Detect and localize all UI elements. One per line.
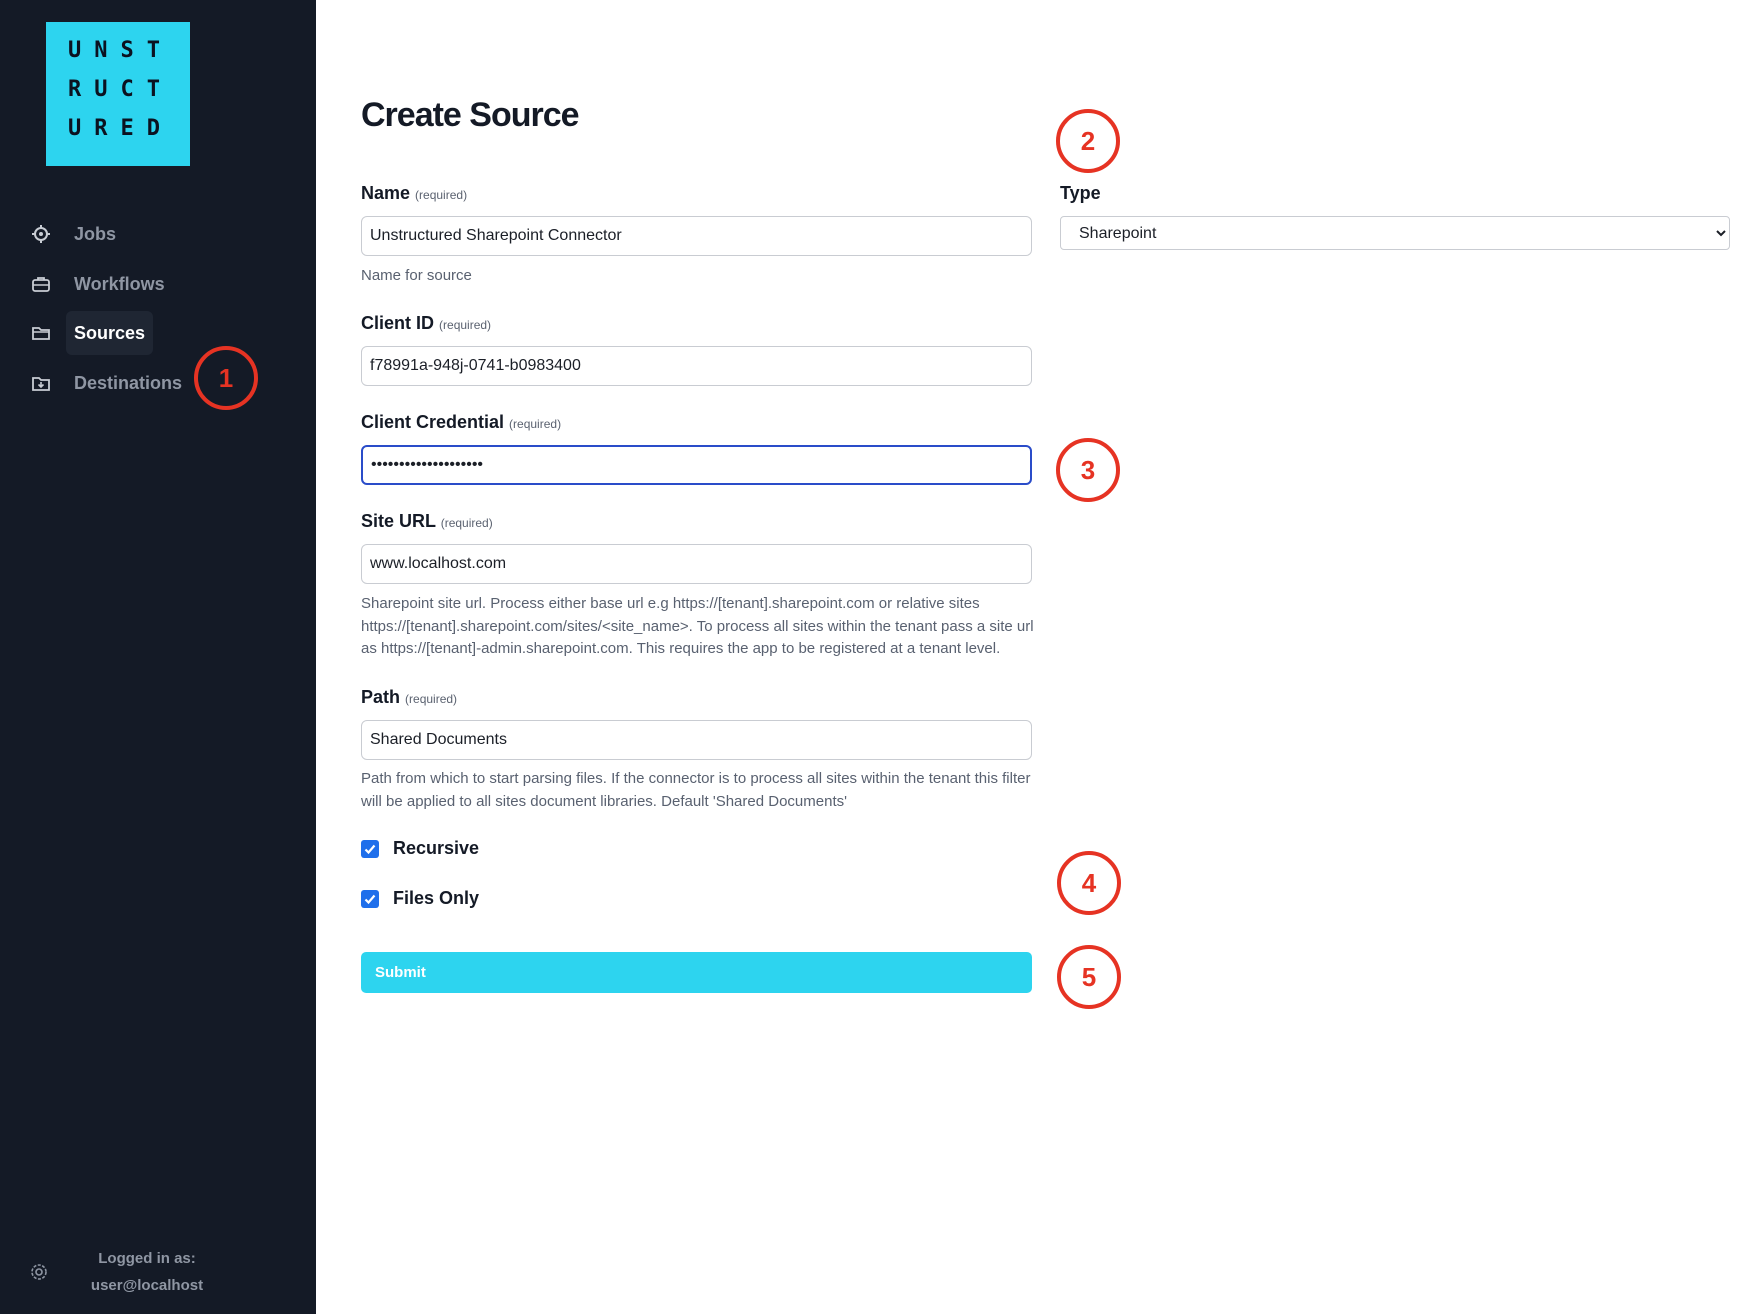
logged-in-info: Logged in as: user@localhost — [62, 1245, 232, 1299]
client-id-input[interactable] — [361, 346, 1032, 386]
recursive-checkbox[interactable] — [361, 839, 379, 858]
annotation-marker-5: 5 — [1057, 945, 1121, 1009]
name-label-text: Name — [361, 183, 411, 203]
checkmark-icon — [364, 844, 376, 854]
briefcase-icon — [30, 273, 52, 295]
sidebar-item-label: Workflows — [74, 274, 165, 294]
name-help: Name for source — [361, 267, 472, 284]
required-tag: (required) — [439, 318, 492, 332]
required-tag: (required) — [405, 692, 458, 706]
client-credential-input[interactable] — [361, 445, 1032, 485]
path-help: Path from which to start parsing files. … — [361, 770, 1031, 810]
type-label: Type — [1060, 183, 1101, 203]
app-root: UNST RUCT URED Jobs Workflows Sources De… — [0, 0, 1763, 1314]
client-credential-label: Client Credential (required) — [361, 412, 561, 433]
annotation-marker-2: 2 — [1056, 109, 1120, 173]
site-url-help: Sharepoint site url. Process either base… — [361, 595, 1034, 657]
annotation-marker-4: 4 — [1057, 851, 1121, 915]
sidebar: UNST RUCT URED Jobs Workflows Sources De… — [0, 0, 316, 1314]
required-tag: (required) — [415, 188, 468, 202]
site-url-label: Site URL (required) — [361, 511, 493, 532]
client-id-label-text: Client ID — [361, 313, 435, 333]
submit-button[interactable]: Submit — [361, 952, 1032, 993]
required-tag: (required) — [509, 417, 562, 431]
page-title: Create Source — [361, 96, 580, 134]
path-label: Path (required) — [361, 687, 457, 708]
folder-download-icon — [30, 372, 52, 394]
annotation-marker-1: 1 — [194, 346, 258, 410]
settings-icon[interactable] — [28, 1261, 50, 1283]
logo-row-3: URED — [68, 116, 173, 141]
files-only-option[interactable]: Files Only — [361, 888, 479, 909]
client-credential-label-text: Client Credential — [361, 412, 505, 432]
path-label-text: Path — [361, 687, 401, 707]
path-input[interactable] — [361, 720, 1032, 760]
annotation-marker-3: 3 — [1056, 438, 1120, 502]
logo-row-1: UNST — [68, 38, 173, 63]
site-url-label-text: Site URL — [361, 511, 436, 531]
checkmark-icon — [364, 894, 376, 904]
site-url-input[interactable] — [361, 544, 1032, 584]
sidebar-item-label: Sources — [66, 311, 154, 355]
files-only-label: Files Only — [393, 888, 480, 908]
unstructured-logo[interactable]: UNST RUCT URED — [46, 22, 190, 166]
folder-icon — [30, 322, 52, 344]
sidebar-item-jobs[interactable]: Jobs — [30, 212, 124, 256]
recursive-label: Recursive — [393, 838, 480, 858]
sidebar-item-label: Jobs — [74, 224, 117, 244]
client-id-label: Client ID (required) — [361, 313, 491, 334]
sidebar-item-workflows[interactable]: Workflows — [30, 262, 173, 306]
name-label: Name (required) — [361, 183, 467, 204]
logged-in-label: Logged in as: — [98, 1250, 196, 1267]
sidebar-item-sources[interactable]: Sources — [30, 311, 154, 355]
user-footer: Logged in as: user@localhost — [28, 1242, 298, 1302]
gear-icon — [30, 223, 52, 245]
type-select[interactable]: Sharepoint — [1060, 216, 1730, 250]
files-only-checkbox[interactable] — [361, 889, 379, 908]
logo-row-2: RUCT — [68, 77, 173, 102]
name-input[interactable] — [361, 216, 1032, 256]
required-tag: (required) — [440, 516, 493, 530]
recursive-option[interactable]: Recursive — [361, 838, 479, 859]
sidebar-item-destinations[interactable]: Destinations — [30, 361, 190, 405]
user-email: user@localhost — [90, 1277, 204, 1294]
sidebar-item-label: Destinations — [74, 373, 183, 393]
